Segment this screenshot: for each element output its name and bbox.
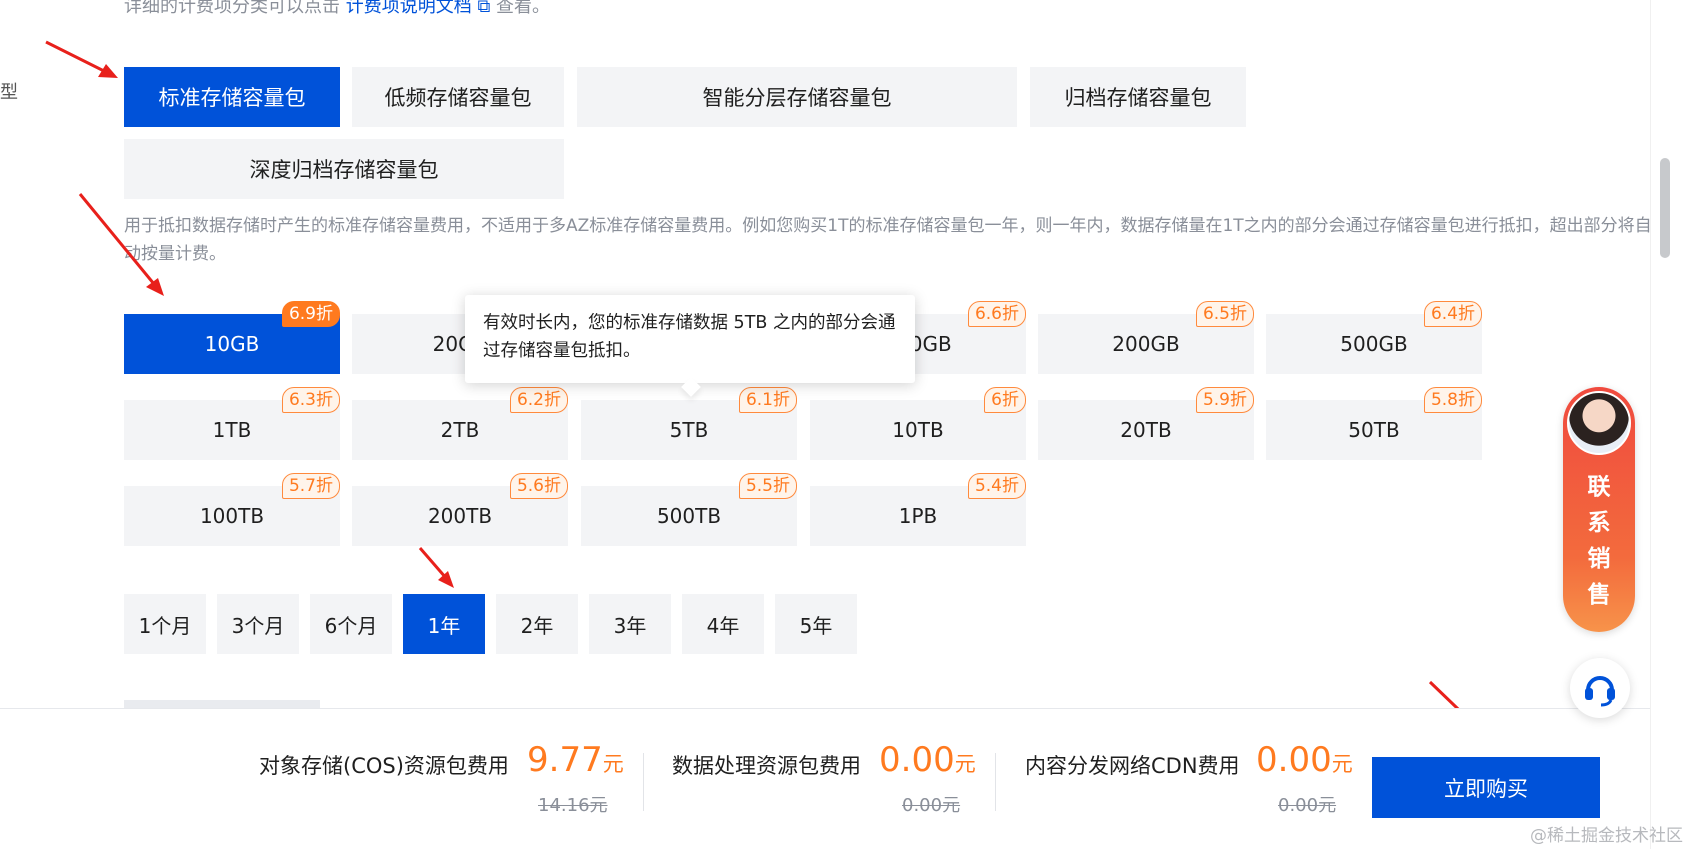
arrow-to-duration bbox=[418, 547, 454, 588]
arrow-to-tab bbox=[45, 40, 118, 78]
sales-avatar bbox=[1567, 391, 1631, 455]
cdn-fee-original: 0.00元 bbox=[1278, 795, 1337, 816]
data-processing-fee-label: 数据处理资源包费用 bbox=[672, 754, 861, 778]
cdn-fee-label: 内容分发网络CDN费用 bbox=[1025, 754, 1240, 778]
scrollbar-thumb[interactable] bbox=[1660, 158, 1670, 258]
headset-icon bbox=[1585, 676, 1615, 707]
customer-support-button[interactable] bbox=[1570, 658, 1630, 718]
buy-now-button[interactable]: 立即购买 bbox=[1372, 757, 1600, 818]
data-processing-fee-price: 0.00元 bbox=[879, 740, 976, 780]
cos-fee-label: 对象存储(COS)资源包费用 bbox=[259, 754, 509, 778]
cos-fee-original: 14.16元 bbox=[538, 795, 608, 816]
scrollbar-track[interactable] bbox=[1658, 0, 1672, 849]
page-edge bbox=[1650, 0, 1651, 849]
data-processing-fee-original: 0.00元 bbox=[902, 795, 961, 816]
cos-fee-price: 9.77元 bbox=[527, 740, 624, 780]
footer-divider bbox=[0, 708, 1650, 709]
contact-sales-label: 联系销售 bbox=[1587, 474, 1611, 608]
fee-separator bbox=[643, 753, 644, 811]
cdn-fee-price: 0.00元 bbox=[1256, 740, 1353, 780]
arrow-to-capacity bbox=[78, 193, 164, 296]
contact-sales-button[interactable]: 联系销售 bbox=[1563, 387, 1635, 632]
watermark: @稀土掘金技术社区 bbox=[1530, 826, 1683, 846]
fee-separator bbox=[995, 753, 996, 811]
